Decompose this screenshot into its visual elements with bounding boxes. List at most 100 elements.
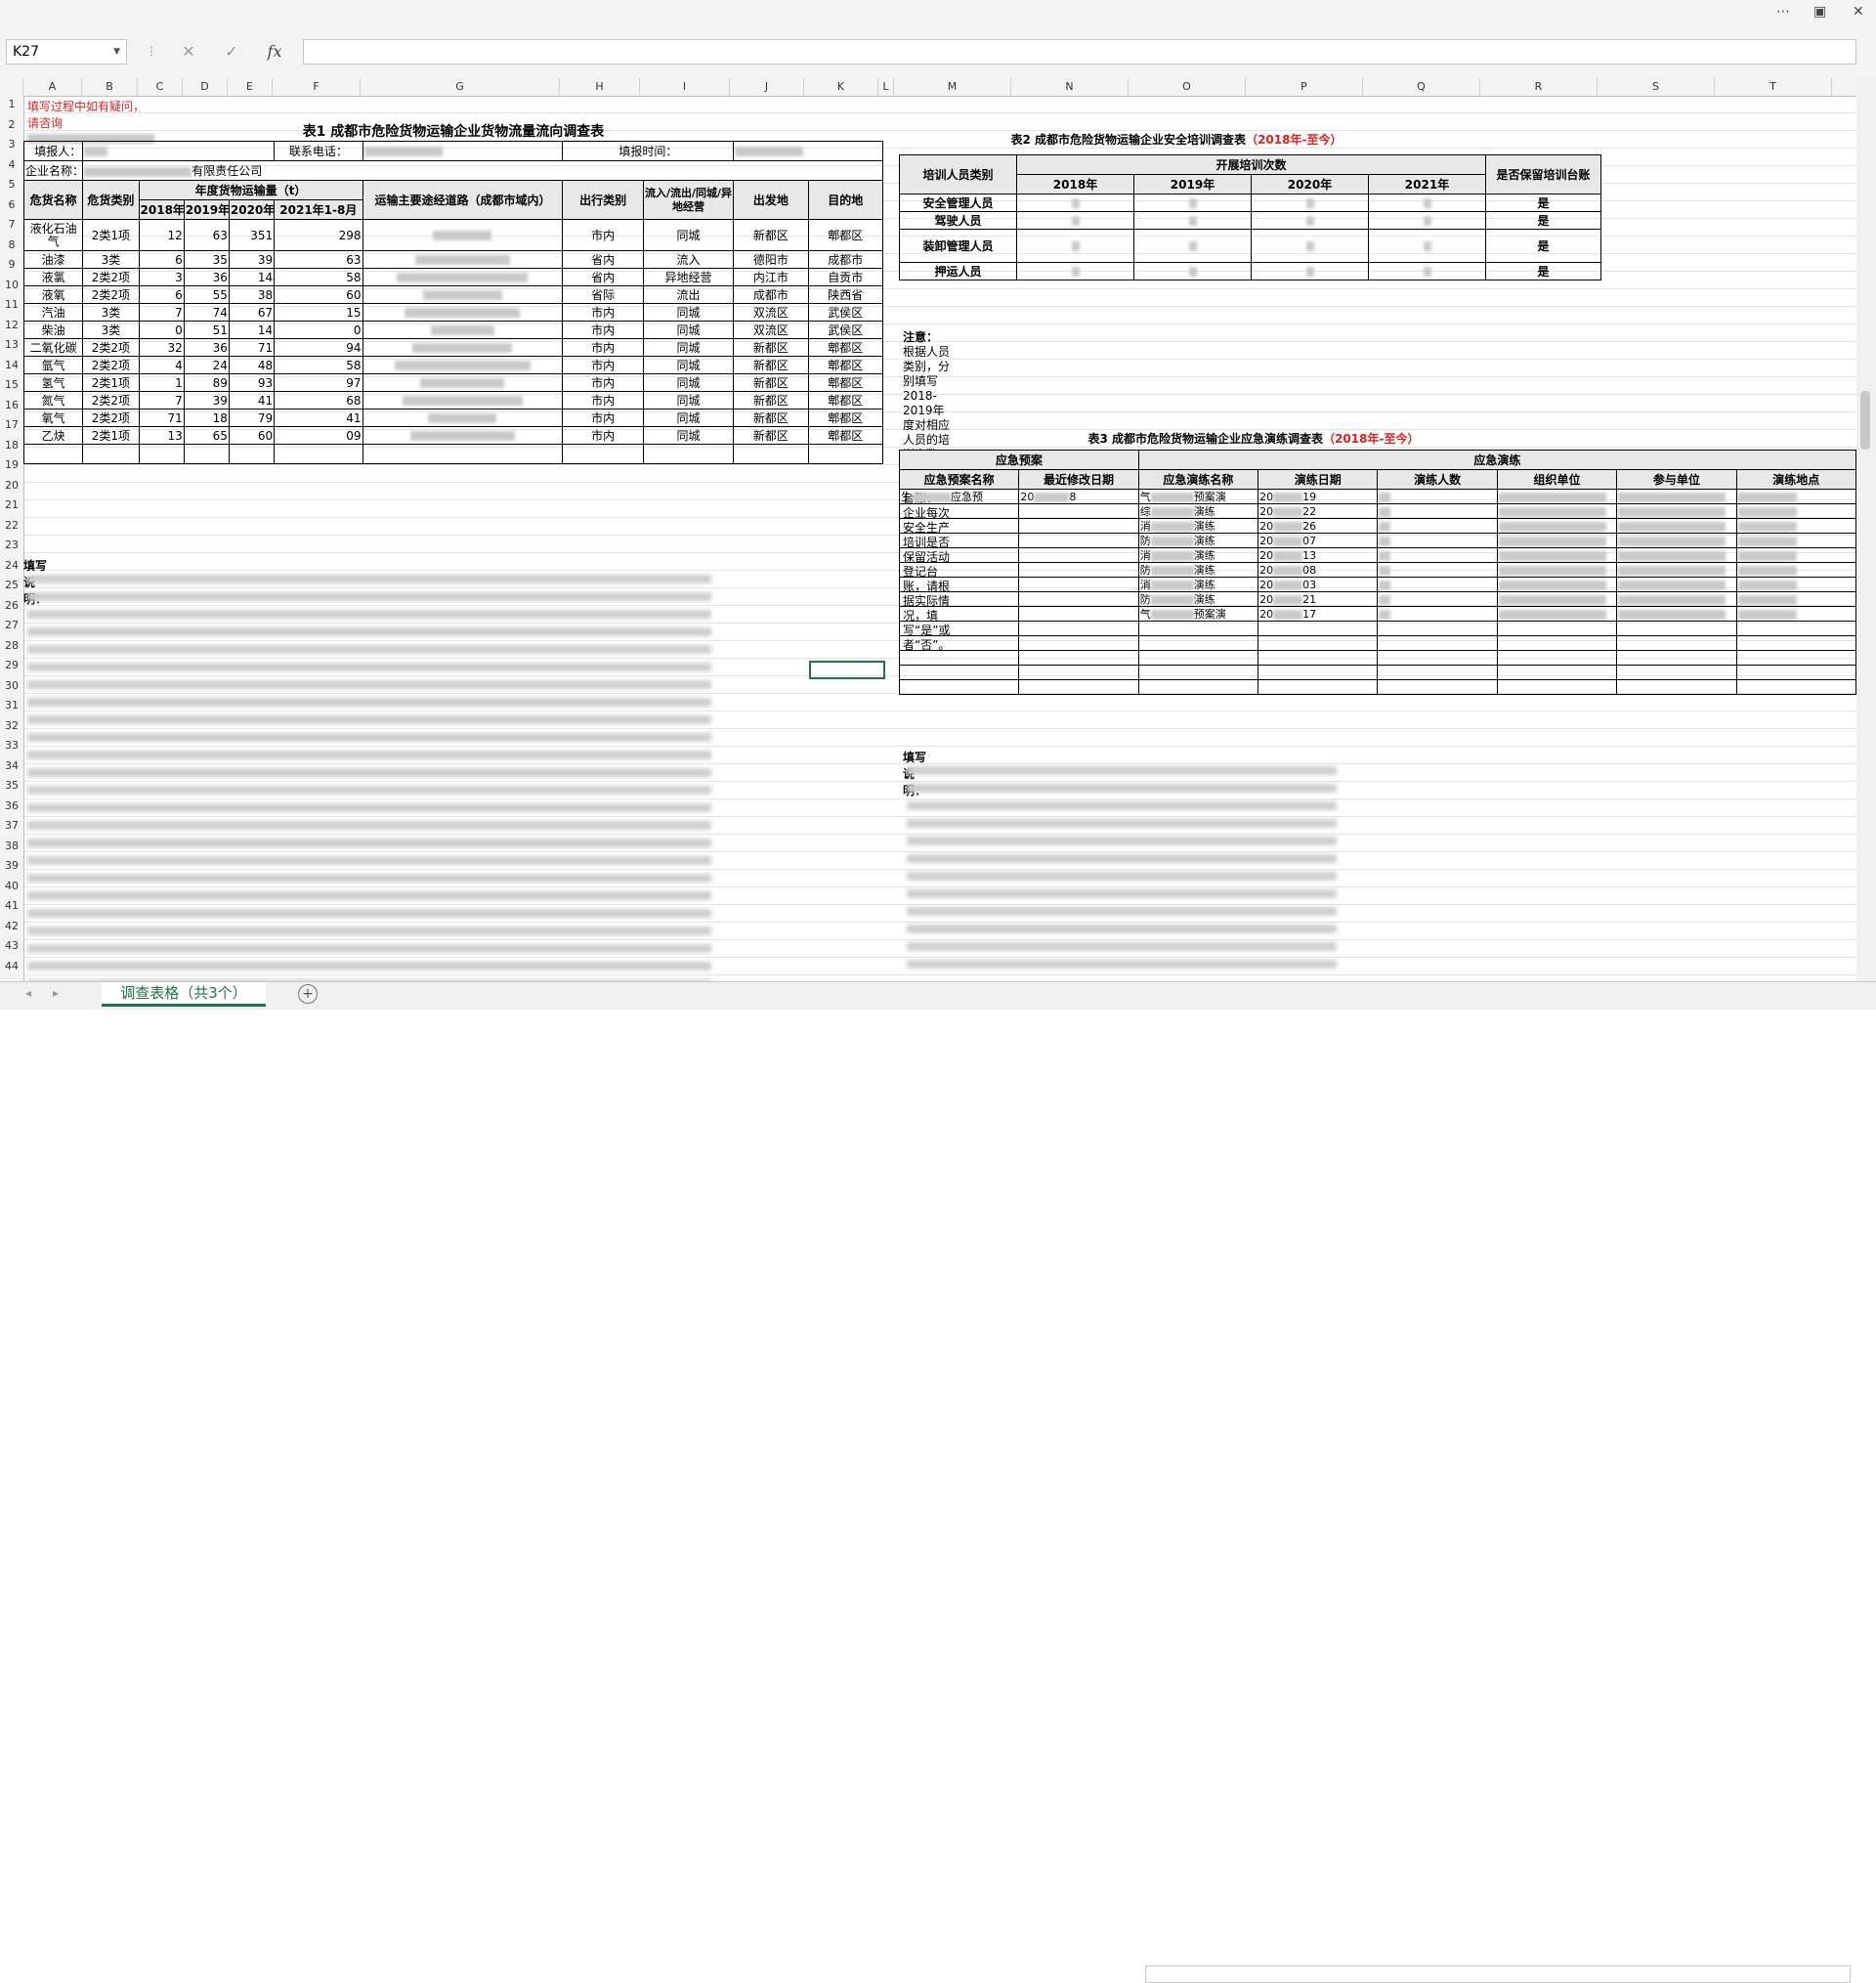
table-cell[interactable]: 63: [274, 250, 363, 269]
column-header[interactable]: K: [804, 78, 878, 96]
table-cell[interactable]: [1496, 577, 1618, 592]
table-cell[interactable]: 郫都区: [807, 219, 884, 251]
tab-next-icon[interactable]: ▸: [53, 986, 59, 1000]
row-header[interactable]: 38: [0, 840, 23, 852]
table-cell[interactable]: [1616, 489, 1737, 504]
table-cell[interactable]: [1616, 503, 1737, 519]
table-cell[interactable]: [1137, 621, 1259, 636]
table-cell[interactable]: 德阳市: [733, 250, 809, 269]
training-count-cell[interactable]: [1367, 229, 1487, 263]
route-cell[interactable]: [362, 338, 564, 357]
table-cell[interactable]: [1616, 518, 1737, 534]
table-cell[interactable]: [1496, 503, 1618, 519]
route-cell[interactable]: [362, 219, 564, 251]
column-header[interactable]: C: [138, 78, 183, 96]
column-header[interactable]: F: [273, 78, 361, 96]
table-cell[interactable]: 流出: [642, 285, 735, 304]
row-header[interactable]: 44: [0, 960, 23, 972]
table-cell[interactable]: 二氧化碳: [22, 338, 84, 357]
table-cell[interactable]: 同城: [642, 409, 735, 427]
table-cell[interactable]: 32: [138, 338, 185, 357]
trainee-type-cell[interactable]: 驾驶人员: [899, 211, 1017, 230]
table-cell[interactable]: 氧气: [22, 409, 84, 427]
column-header[interactable]: D: [183, 78, 228, 96]
table-cell[interactable]: [1377, 650, 1498, 666]
column-header[interactable]: B: [82, 78, 138, 96]
table-cell[interactable]: 生 应急预: [898, 489, 1020, 504]
route-cell[interactable]: [362, 250, 564, 269]
table-cell[interactable]: [1018, 518, 1139, 534]
table-cell[interactable]: 新都区: [733, 409, 809, 427]
row-header[interactable]: 1: [0, 98, 23, 110]
table-cell[interactable]: 气 预案演: [1137, 606, 1259, 622]
route-cell[interactable]: [362, 285, 564, 304]
table-cell[interactable]: 36: [183, 268, 230, 286]
row-header[interactable]: 29: [0, 659, 23, 671]
restore-window-icon[interactable]: ▣: [1813, 4, 1826, 20]
table-cell[interactable]: [1735, 562, 1856, 578]
table-cell[interactable]: [1377, 621, 1498, 636]
table-cell[interactable]: 异地经营: [642, 268, 735, 286]
training-count-cell[interactable]: [1133, 262, 1252, 280]
route-cell[interactable]: [362, 409, 564, 427]
table-cell[interactable]: 防 演练: [1137, 562, 1259, 578]
table-cell[interactable]: 消 演练: [1137, 518, 1259, 534]
table-cell[interactable]: [1018, 679, 1139, 695]
chevron-down-icon[interactable]: ▼: [113, 40, 120, 64]
table-cell[interactable]: 79: [228, 409, 276, 427]
table-cell[interactable]: 新都区: [733, 219, 809, 251]
table-cell[interactable]: [1735, 503, 1856, 519]
column-header[interactable]: H: [560, 78, 640, 96]
table-cell[interactable]: 流入: [642, 250, 735, 269]
table-cell[interactable]: 省内: [562, 250, 644, 269]
table-cell[interactable]: 郫都区: [807, 391, 884, 410]
table-cell[interactable]: 3: [138, 268, 185, 286]
table-cell[interactable]: [1258, 635, 1379, 651]
table-cell[interactable]: [1018, 606, 1139, 622]
table-cell[interactable]: 防 演练: [1137, 533, 1259, 548]
table-cell[interactable]: [1496, 489, 1618, 504]
table-cell[interactable]: 68: [274, 391, 363, 410]
column-header[interactable]: N: [1011, 78, 1129, 96]
table-cell[interactable]: 郫都区: [807, 373, 884, 392]
table-cell[interactable]: 市内: [562, 391, 644, 410]
table-cell[interactable]: [1018, 621, 1139, 636]
training-count-cell[interactable]: [1016, 194, 1134, 212]
table-cell[interactable]: 20 21: [1258, 591, 1379, 607]
table-cell[interactable]: [1258, 621, 1379, 636]
row-header[interactable]: 4: [0, 158, 23, 171]
table-cell[interactable]: 省际: [562, 285, 644, 304]
table-cell[interactable]: 74: [183, 303, 230, 322]
table-cell[interactable]: 市内: [562, 409, 644, 427]
table-cell[interactable]: [1018, 635, 1139, 651]
row-header[interactable]: 39: [0, 859, 23, 872]
training-count-cell[interactable]: [1367, 194, 1487, 212]
table-cell[interactable]: 2类2项: [82, 409, 140, 427]
table-cell[interactable]: [1018, 533, 1139, 548]
table-cell[interactable]: [1616, 562, 1737, 578]
table-cell[interactable]: [1735, 606, 1856, 622]
table-cell[interactable]: [1258, 665, 1379, 680]
keep-records-cell[interactable]: 是: [1485, 211, 1602, 230]
table-cell[interactable]: 消 演练: [1137, 547, 1259, 563]
row-header[interactable]: 21: [0, 498, 23, 511]
row-header[interactable]: 33: [0, 739, 23, 752]
table-cell[interactable]: [1616, 650, 1737, 666]
table-cell[interactable]: 同城: [642, 321, 735, 339]
row-header[interactable]: 27: [0, 619, 23, 631]
table-cell[interactable]: 同城: [642, 373, 735, 392]
table-cell[interactable]: [1377, 591, 1498, 607]
table-cell[interactable]: 93: [228, 373, 276, 392]
table-cell[interactable]: [1496, 562, 1618, 578]
row-header[interactable]: 15: [0, 378, 23, 391]
row-header[interactable]: 32: [0, 719, 23, 732]
table-cell[interactable]: [898, 562, 1020, 578]
table-cell[interactable]: 市内: [562, 356, 644, 374]
table-cell[interactable]: [898, 547, 1020, 563]
table-cell[interactable]: [1018, 591, 1139, 607]
row-header[interactable]: 23: [0, 539, 23, 551]
table-cell[interactable]: 新都区: [733, 373, 809, 392]
table-cell[interactable]: [898, 533, 1020, 548]
table-cell[interactable]: [1616, 606, 1737, 622]
row-header[interactable]: 9: [0, 258, 23, 271]
